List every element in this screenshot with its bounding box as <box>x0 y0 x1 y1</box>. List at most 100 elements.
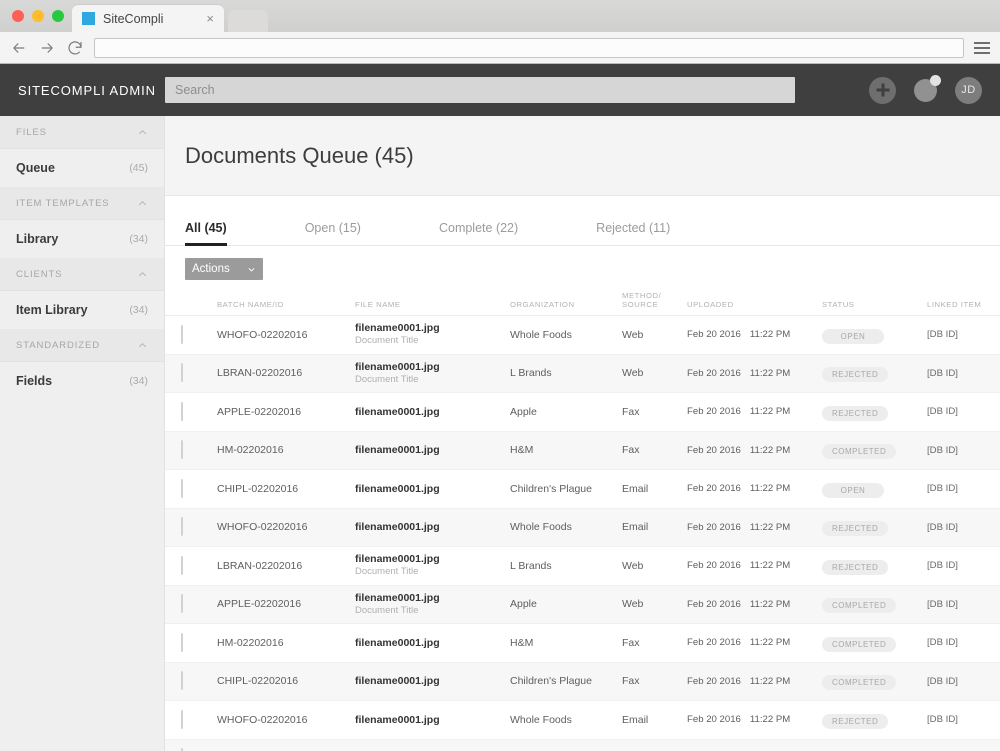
reload-icon[interactable] <box>66 39 84 57</box>
cell-file-name: filename0001.jpg <box>355 520 510 534</box>
column-header-organization[interactable]: ORGANIZATION <box>510 300 622 310</box>
forward-arrow-icon[interactable] <box>38 39 56 57</box>
cell-organization: L Brands <box>510 367 622 379</box>
cell-method-source: Fax <box>622 406 687 418</box>
sidebar-item-queue[interactable]: Queue (45) <box>0 149 164 187</box>
cell-batch-name: HM-02202016 <box>217 444 355 456</box>
table-row[interactable]: LBRAN-02202016filename0001.jpgL BrandsEm… <box>165 740 1000 751</box>
column-header-status[interactable]: STATUS <box>822 300 927 310</box>
row-checkbox[interactable] <box>181 402 183 421</box>
file-name-text: filename0001.jpg <box>355 520 510 534</box>
filter-tabs: All (45) Open (15) Complete (22) Rejecte… <box>165 196 1000 246</box>
notification-badge <box>930 75 941 86</box>
chevron-up-icon[interactable] <box>137 127 148 138</box>
sidebar-section-item-templates[interactable]: ITEM TEMPLATES <box>0 187 164 220</box>
status-badge: COMPLETED <box>822 444 896 459</box>
table-row[interactable]: WHOFO-02202016filename0001.jpgWhole Food… <box>165 509 1000 548</box>
status-badge: REJECTED <box>822 560 888 575</box>
uploaded-time: 11:22 PM <box>750 599 790 610</box>
table-row[interactable]: HM-02202016filename0001.jpgH&MFaxFeb 20 … <box>165 432 1000 471</box>
sidebar-item-count: (34) <box>129 375 148 387</box>
cell-status: COMPLETED <box>822 634 927 652</box>
sidebar-item-count: (34) <box>129 304 148 316</box>
uploaded-date: Feb 20 2016 <box>687 560 741 571</box>
cell-batch-name: WHOFO-02202016 <box>217 714 355 726</box>
row-checkbox[interactable] <box>181 671 183 690</box>
chevron-up-icon[interactable] <box>137 198 148 209</box>
sidebar-section-files[interactable]: FILES <box>0 116 164 149</box>
column-header-batch[interactable]: BATCH NAME/ID <box>217 300 355 310</box>
tab-open[interactable]: Open (15) <box>305 221 361 245</box>
row-select-cell <box>181 480 217 498</box>
column-header-uploaded[interactable]: UPLOADED <box>687 300 822 310</box>
add-new-button[interactable] <box>869 77 896 104</box>
row-checkbox[interactable] <box>181 633 183 652</box>
sidebar-item-item-library[interactable]: Item Library (34) <box>0 291 164 329</box>
notifications-icon[interactable] <box>914 79 937 102</box>
row-checkbox[interactable] <box>181 594 183 613</box>
table-row[interactable]: HM-02202016filename0001.jpgH&MFaxFeb 20 … <box>165 624 1000 663</box>
table-row[interactable]: LBRAN-02202016filename0001.jpgDocument T… <box>165 355 1000 394</box>
maximize-window-button[interactable] <box>52 10 64 22</box>
sidebar-section-clients[interactable]: CLIENTS <box>0 258 164 291</box>
cell-uploaded: Feb 20 201611:22 PM <box>687 368 822 379</box>
browser-tab-sitecompli[interactable]: SiteCompli × <box>72 5 224 32</box>
row-checkbox[interactable] <box>181 363 183 382</box>
cell-method-source: Web <box>622 367 687 379</box>
cell-method-source: Web <box>622 329 687 341</box>
table-body: WHOFO-02202016 filename0001.jpgDocument T… <box>165 316 1000 751</box>
sidebar-item-count: (45) <box>129 162 148 174</box>
status-badge: REJECTED <box>822 521 888 536</box>
table-row[interactable]: APPLE-02202016filename0001.jpgAppleFaxFe… <box>165 393 1000 432</box>
close-window-button[interactable] <box>12 10 24 22</box>
row-checkbox[interactable] <box>181 440 183 459</box>
app-header: SITECOMPLI ADMIN JD <box>0 64 1000 116</box>
cell-file-name: filename0001.jpgDocument Title <box>355 360 510 387</box>
sidebar-group-standardized: STANDARDIZED Fields (34) <box>0 329 164 400</box>
sidebar-section-standardized[interactable]: STANDARDIZED <box>0 329 164 362</box>
table-row[interactable]: LBRAN-02202016filename0001.jpgDocument T… <box>165 547 1000 586</box>
uploaded-date: Feb 20 2016 <box>687 637 741 648</box>
cell-status: OPEN <box>822 326 927 344</box>
cell-file-name: filename0001.jpg <box>355 443 510 457</box>
window-controls <box>10 0 72 32</box>
table-row[interactable]: CHIPL-02202016filename0001.jpgChildren's… <box>165 663 1000 702</box>
cell-status: REJECTED <box>822 557 927 575</box>
column-header-method-source[interactable]: METHOD/ SOURCE <box>622 291 687 310</box>
cell-batch-name: WHOFO-02202016 <box>217 329 355 341</box>
cell-status: OPEN <box>822 480 927 498</box>
table-row[interactable]: APPLE-02202016filename0001.jpgDocument T… <box>165 586 1000 625</box>
row-select-cell <box>181 403 217 421</box>
new-tab-button[interactable] <box>228 10 268 32</box>
search-input[interactable] <box>165 77 795 103</box>
uploaded-date: Feb 20 2016 <box>687 483 741 494</box>
table-row[interactable]: WHOFO-02202016filename0001.jpgDocument T… <box>165 316 1000 355</box>
actions-dropdown-button[interactable]: Actions <box>185 258 263 280</box>
chevron-up-icon[interactable] <box>137 269 148 280</box>
tab-complete[interactable]: Complete (22) <box>439 221 518 245</box>
close-tab-icon[interactable]: × <box>204 12 216 25</box>
sidebar-item-library[interactable]: Library (34) <box>0 220 164 258</box>
column-header-file-name[interactable]: FILE NAME <box>355 300 510 310</box>
table-row[interactable]: CHIPL-02202016filename0001.jpgChildren's… <box>165 470 1000 509</box>
tab-all[interactable]: All (45) <box>185 221 227 245</box>
url-input[interactable] <box>94 38 964 58</box>
row-checkbox[interactable] <box>181 479 183 498</box>
column-header-linked-item[interactable]: LINKED ITEM <box>927 300 1000 310</box>
row-checkbox[interactable] <box>181 517 183 536</box>
table-row[interactable]: WHOFO-02202016filename0001.jpgWhole Food… <box>165 701 1000 740</box>
tab-rejected[interactable]: Rejected (11) <box>596 221 670 245</box>
row-checkbox[interactable] <box>181 710 183 729</box>
minimize-window-button[interactable] <box>32 10 44 22</box>
row-checkbox[interactable] <box>181 325 183 344</box>
chevron-up-icon[interactable] <box>137 340 148 351</box>
cell-organization: Whole Foods <box>510 521 622 533</box>
sidebar-item-fields[interactable]: Fields (34) <box>0 362 164 400</box>
uploaded-date: Feb 20 2016 <box>687 599 741 610</box>
row-checkbox[interactable] <box>181 556 183 575</box>
column-header-method-line1: METHOD/ <box>622 291 687 301</box>
back-arrow-icon[interactable] <box>10 39 28 57</box>
cell-method-source: Email <box>622 483 687 495</box>
avatar[interactable]: JD <box>955 77 982 104</box>
browser-menu-icon[interactable] <box>974 42 990 54</box>
